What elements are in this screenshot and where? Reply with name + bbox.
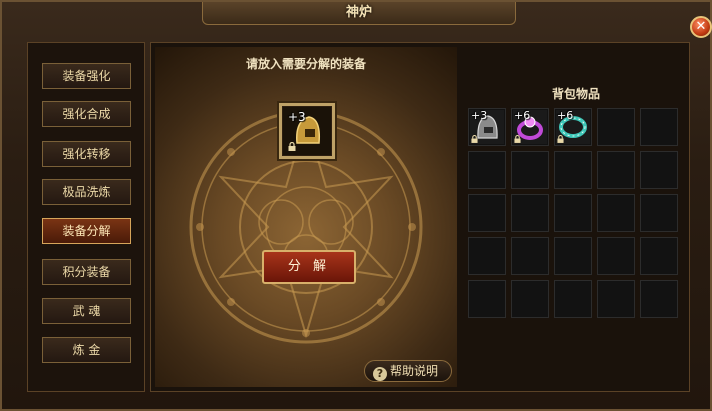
- bag-slot-empty[interactable]: [468, 280, 506, 318]
- bag-slot-empty[interactable]: [640, 108, 678, 146]
- close-icon[interactable]: ✕: [690, 16, 712, 38]
- forge-prompt: 请放入需要分解的装备: [245, 57, 366, 71]
- bag-slot-empty[interactable]: [597, 151, 635, 189]
- bag-slot-empty[interactable]: [511, 151, 549, 189]
- sidebar-item-war-soul[interactable]: 武 魂: [42, 298, 131, 324]
- bag-slot-empty[interactable]: [554, 151, 592, 189]
- help-icon: ?: [373, 367, 387, 381]
- bag-slot-empty[interactable]: [468, 194, 506, 232]
- lock-icon: [557, 135, 564, 143]
- bag-item-level: +3: [471, 109, 488, 122]
- bag-slot-1[interactable]: +3: [468, 108, 506, 146]
- decompose-button[interactable]: 分 解: [262, 250, 356, 284]
- lock-icon: [514, 135, 521, 143]
- decompose-equipment-slot[interactable]: +3: [279, 103, 335, 159]
- bag-slot-empty[interactable]: [468, 237, 506, 275]
- bag-title: 背包物品: [551, 87, 600, 101]
- bag-slot-empty[interactable]: [597, 194, 635, 232]
- bag-grid: +3 +6 +6: [468, 108, 678, 318]
- bag-slot-empty[interactable]: [554, 194, 592, 232]
- bag-slot-empty[interactable]: [554, 237, 592, 275]
- sidebar-item-points-equip[interactable]: 积分装备: [42, 259, 131, 285]
- sidebar-item-alchemy[interactable]: 炼 金: [42, 337, 131, 363]
- sidebar-item-enhance-merge[interactable]: 强化合成: [42, 101, 131, 127]
- bag-slot-empty[interactable]: [597, 280, 635, 318]
- bag-slot-empty[interactable]: [640, 280, 678, 318]
- lock-icon: [288, 142, 296, 151]
- bag-slot-empty[interactable]: [554, 280, 592, 318]
- bag-slot-empty[interactable]: [511, 194, 549, 232]
- sidebar-item-decompose[interactable]: 装备分解: [42, 218, 131, 244]
- forge-area: 请放入需要分解的装备 +3 分 解: [155, 47, 457, 387]
- bag-slot-empty[interactable]: [640, 151, 678, 189]
- bag-slot-empty[interactable]: [597, 237, 635, 275]
- sidebar-item-enhance-transfer[interactable]: 强化转移: [42, 141, 131, 167]
- bag-item-level: +6: [557, 109, 574, 122]
- bag-item-level: +6: [514, 109, 531, 122]
- lock-icon: [471, 135, 478, 143]
- window-title: 神炉: [202, 2, 516, 25]
- bag-slot-empty[interactable]: [640, 237, 678, 275]
- bag-slot-empty[interactable]: [597, 108, 635, 146]
- bag-slot-empty[interactable]: [468, 151, 506, 189]
- bag-slot-3[interactable]: +6: [554, 108, 592, 146]
- sidebar-item-reroll[interactable]: 极品洗炼: [42, 179, 131, 205]
- bag-slot-empty[interactable]: [640, 194, 678, 232]
- help-label: 帮助说明: [390, 364, 439, 378]
- bag-slot-empty[interactable]: [511, 237, 549, 275]
- slot-item-level: +3: [288, 110, 306, 124]
- help-button[interactable]: ? 帮助说明: [364, 360, 452, 382]
- bag-slot-2[interactable]: +6: [511, 108, 549, 146]
- bag-slot-empty[interactable]: [511, 280, 549, 318]
- sidebar: 装备强化 强化合成 强化转移 极品洗炼 装备分解 积分装备 武 魂 炼 金: [27, 42, 145, 392]
- forge-window: 神炉 ✕ 装备强化 强化合成 强化转移 极品洗炼 装备分解 积分装备 武 魂 炼…: [0, 0, 712, 411]
- sidebar-item-equip-enhance[interactable]: 装备强化: [42, 63, 131, 89]
